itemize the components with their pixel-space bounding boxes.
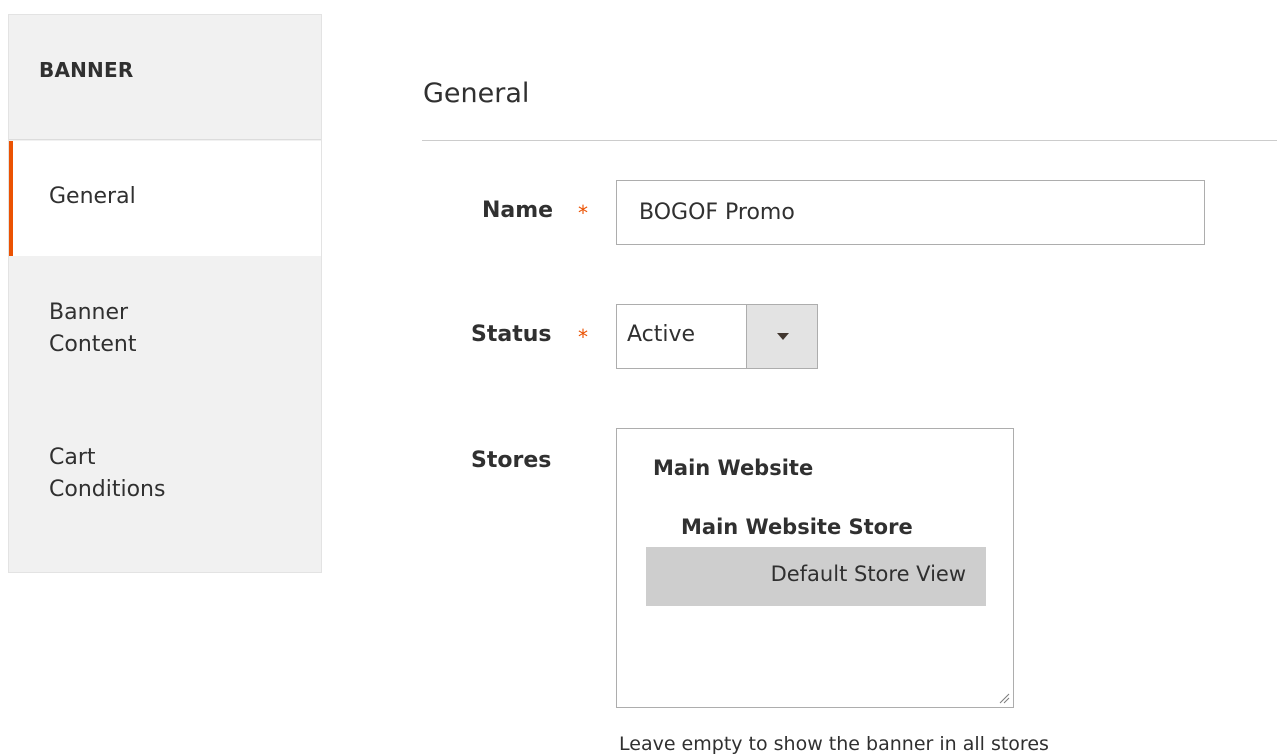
sidebar-item-label-line-2: Conditions (49, 477, 166, 502)
store-group-store: Main Website Store (681, 515, 913, 539)
sidebar-item-label-line-2: Content (49, 332, 137, 357)
section-divider (422, 140, 1277, 141)
status-select[interactable]: Active (616, 304, 818, 369)
sidebar-item-general[interactable]: General (9, 141, 321, 256)
stores-label: Stores (471, 448, 552, 473)
select-arrow-button[interactable] (746, 305, 817, 368)
section-title: General (423, 78, 530, 109)
sidebar-nav: BANNER General Banner Content Cart Condi… (8, 14, 322, 573)
sidebar-item-banner-content[interactable]: Banner Content (9, 256, 321, 406)
chevron-down-icon (777, 333, 789, 340)
status-select-value: Active (627, 322, 696, 347)
stores-help-note: Leave empty to show the banner in all st… (619, 733, 1049, 755)
store-option-default-store-view[interactable]: Default Store View (646, 547, 986, 606)
sidebar-header: BANNER (9, 15, 321, 140)
store-group-website: Main Website (653, 456, 814, 480)
sidebar-item-cart-conditions[interactable]: Cart Conditions (9, 406, 321, 556)
required-asterisk: * (578, 201, 588, 225)
sidebar-title: BANNER (39, 58, 134, 82)
store-option-label: Default Store View (770, 562, 966, 586)
required-asterisk: * (578, 325, 588, 349)
stores-multiselect[interactable]: Main Website Main Website Store Default … (616, 428, 1014, 708)
name-input[interactable] (616, 180, 1205, 245)
name-label: Name (482, 198, 554, 223)
status-label: Status (471, 322, 552, 347)
sidebar-item-label: General (49, 184, 136, 209)
resize-grip-icon[interactable] (998, 692, 1010, 704)
sidebar-item-label-line-1: Cart (49, 445, 96, 470)
sidebar-item-label-line-1: Banner (49, 300, 129, 325)
